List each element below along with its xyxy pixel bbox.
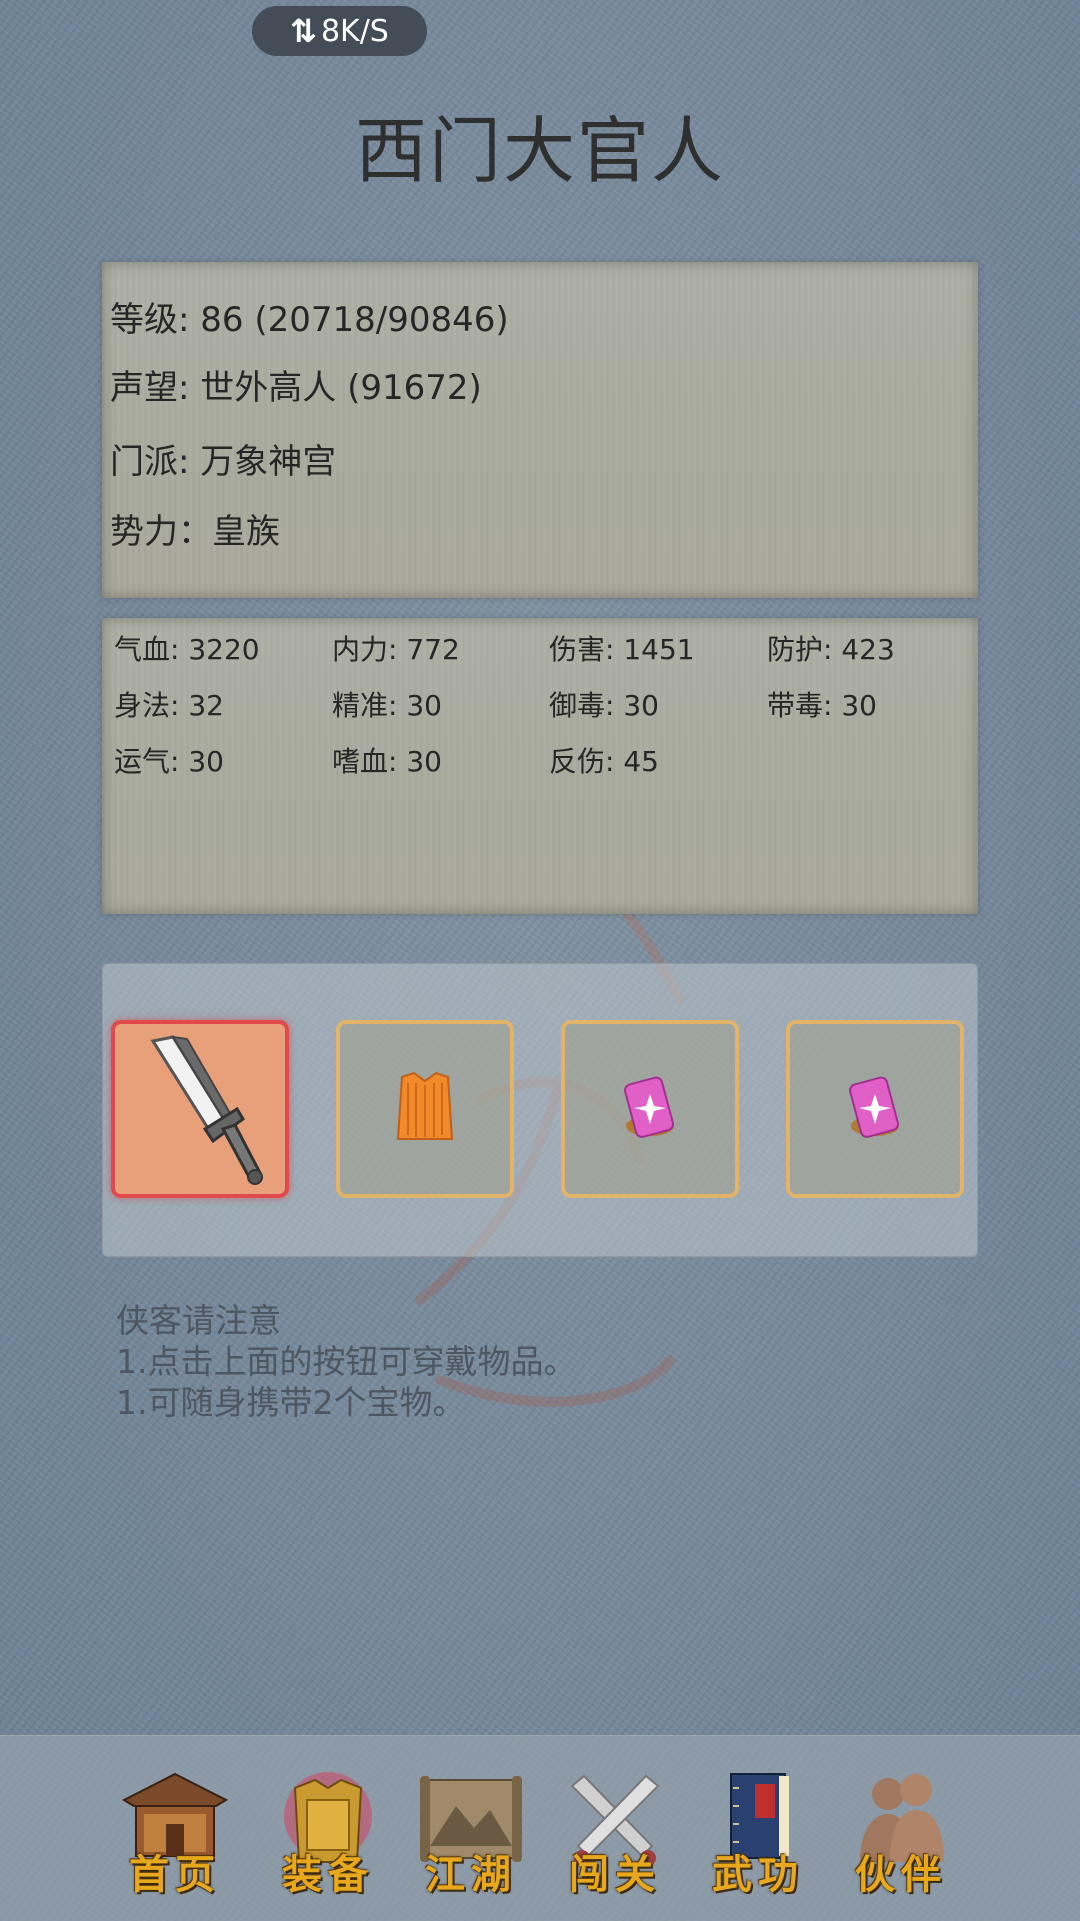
nav-label-challenge: 闯关 (569, 1851, 661, 1898)
equip-slot-treasure-1[interactable] (561, 1020, 739, 1198)
equip-slot-treasure-2[interactable] (786, 1020, 964, 1198)
nav-item-martial-arts[interactable]: 武功 (693, 1766, 823, 1906)
nav-label-home: 首页 (129, 1851, 221, 1898)
character-name: 西门大官人 (354, 109, 725, 193)
network-speed-indicator: ⇅ 8K/S (252, 6, 427, 56)
nav-label-jianghu: 江湖 (425, 1851, 517, 1898)
stat-lifesteal: 嗜血: 30 (332, 745, 442, 778)
equip-slot-weapon[interactable] (111, 1020, 289, 1198)
nav-label-companions: 伙伴 (855, 1851, 947, 1898)
pink-treasure-icon (624, 1076, 675, 1138)
stat-defense: 防护: 423 (767, 633, 895, 666)
notice-line-1: 1.点击上面的按钮可穿戴物品。 (116, 1342, 577, 1381)
nav-item-companions[interactable]: 伙伴 (836, 1766, 966, 1906)
nav-item-challenge[interactable]: 闯关 (550, 1766, 680, 1906)
faction-text: 势力：皇族 (110, 512, 280, 552)
bottom-navigation: 首页 装备 江湖 闯关 武功 伙伴 (0, 1735, 1080, 1921)
broadsword-icon (150, 1035, 263, 1185)
notice-title: 侠客请注意 (116, 1301, 281, 1340)
nav-item-home[interactable]: 首页 (110, 1766, 240, 1906)
nav-label-martial-arts: 武功 (712, 1851, 804, 1898)
level-text: 等级: 86 (20718/90846) (110, 300, 509, 340)
stat-agility: 身法: 32 (114, 689, 224, 722)
stat-damage: 伤害: 1451 (549, 633, 695, 666)
sect-text: 门派: 万象神宫 (110, 442, 337, 482)
orange-robe-icon (396, 1071, 454, 1140)
stat-reflect: 反伤: 45 (549, 745, 659, 778)
pink-treasure-icon (849, 1076, 900, 1138)
nav-label-equipment: 装备 (282, 1851, 374, 1898)
notice-line-2: 1.可随身携带2个宝物。 (116, 1383, 466, 1422)
nav-item-jianghu[interactable]: 江湖 (406, 1766, 536, 1906)
equip-slot-armor[interactable] (336, 1020, 514, 1198)
stat-poison: 带毒: 30 (767, 689, 877, 722)
character-info-panel: 等级: 86 (20718/90846) 声望: 世外高人 (91672) 门派… (102, 262, 978, 598)
stat-luck: 运气: 30 (114, 745, 224, 778)
character-stats-panel: 气血: 3220 内力: 772 伤害: 1451 防护: 423 身法: 32… (102, 618, 978, 914)
stat-accuracy: 精准: 30 (332, 689, 442, 722)
stat-internal-power: 内力: 772 (332, 633, 460, 666)
transfer-arrows-icon: ⇅ (290, 12, 317, 50)
nav-item-equipment[interactable]: 装备 (263, 1766, 393, 1906)
network-speed-text: 8K/S (320, 13, 389, 49)
stat-hp: 气血: 3220 (114, 633, 260, 666)
equipment-panel (102, 963, 978, 1257)
reputation-text: 声望: 世外高人 (91672) (110, 368, 482, 408)
notice-text: 侠客请注意 1.点击上面的按钮可穿戴物品。 1.可随身携带2个宝物。 (116, 1300, 577, 1423)
stat-poison-resist: 御毒: 30 (549, 689, 659, 722)
